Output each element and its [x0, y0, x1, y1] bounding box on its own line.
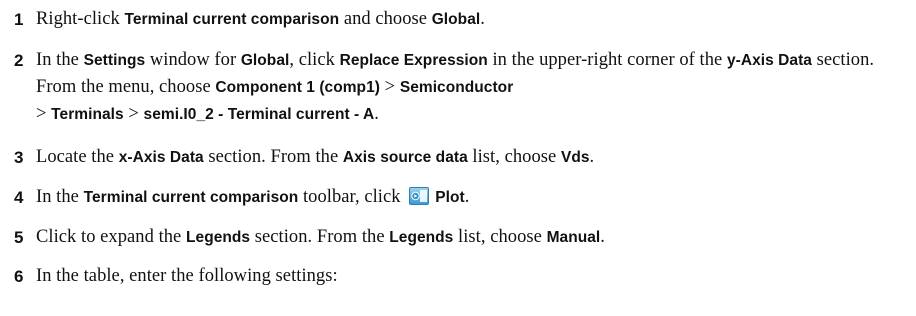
ui-term: semi.I0_2 - Terminal current - A — [143, 106, 375, 123]
ui-term: Vds — [560, 149, 590, 166]
step-text: In the Terminal current comparison toolb… — [36, 186, 470, 207]
ui-term: Legends — [186, 229, 251, 246]
step-5: 5 Click to expand the Legends section. F… — [14, 224, 605, 251]
step-text: Click to expand the Legends section. Fro… — [36, 227, 605, 247]
step-6: 6 In the table, enter the following sett… — [14, 263, 338, 290]
ui-term: x-Axis Data — [118, 149, 204, 166]
step-text: In the Settings window for Global, click… — [36, 50, 875, 124]
step-number: 6 — [14, 267, 24, 286]
ui-term: Component 1 (comp1) — [215, 79, 380, 96]
ui-term: Global — [431, 11, 481, 28]
step-text: Right-click Terminal current comparison … — [36, 9, 485, 29]
ui-term: Settings — [83, 52, 146, 69]
ui-term: Axis source data — [342, 149, 468, 166]
ui-term: Semiconductor — [399, 79, 514, 96]
step-number: 5 — [14, 228, 24, 247]
step-1: 1 Right-click Terminal current compariso… — [14, 6, 485, 33]
ui-term: Terminal current comparison — [124, 11, 340, 28]
ui-term: Replace Expression — [339, 52, 488, 69]
ui-term: Terminal current comparison — [83, 189, 299, 206]
plot-icon — [409, 186, 430, 206]
step-number: 4 — [14, 188, 24, 207]
step-text: In the table, enter the following settin… — [36, 266, 338, 286]
ui-term: y-Axis Data — [727, 52, 812, 69]
ui-term: Manual — [546, 229, 601, 246]
step-number: 2 — [14, 51, 24, 70]
step-number: 1 — [14, 10, 24, 29]
step-4: 4 In the Terminal current comparison too… — [14, 184, 469, 211]
ui-term: Global — [240, 52, 290, 69]
ui-term: Legends — [389, 229, 454, 246]
step-number: 3 — [14, 148, 24, 167]
step-2: 2 In the Settings window for Global, cli… — [14, 47, 910, 128]
step-text: Locate the x-Axis Data section. From the… — [36, 147, 595, 167]
step-3: 3 Locate the x-Axis Data section. From t… — [14, 144, 594, 171]
ui-term: Terminals — [51, 106, 124, 123]
ui-term: Plot — [435, 189, 465, 206]
